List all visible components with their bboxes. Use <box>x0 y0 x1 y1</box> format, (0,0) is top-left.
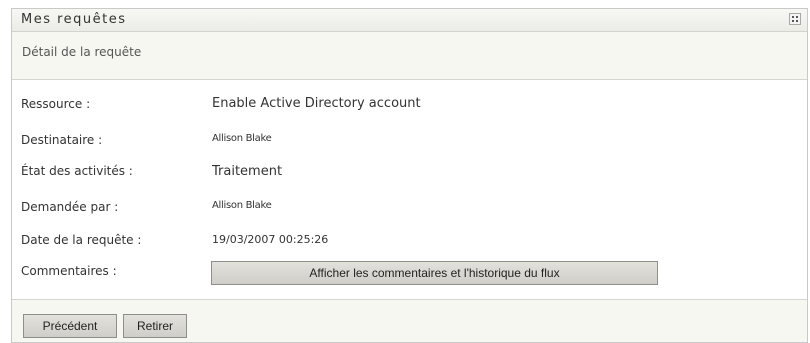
recipient-label: Destinataire : <box>21 133 103 147</box>
requested-by-label: Demandée par : <box>21 200 119 214</box>
resource-label: Ressource : <box>21 97 91 111</box>
grid-menu-icon[interactable] <box>789 13 801 25</box>
request-date-label: Date de la requête : <box>21 233 142 247</box>
previous-button[interactable]: Précédent <box>23 314 117 338</box>
panel-footer: Précédent Retirer <box>12 299 807 342</box>
recipient-value: Allison Blake <box>212 133 272 144</box>
activity-state-label: État des activités : <box>21 164 133 178</box>
panel-titlebar: Mes requêtes <box>12 9 807 32</box>
show-comments-history-button[interactable]: Afficher les commentaires et l'historiqu… <box>211 261 658 285</box>
my-requests-panel: Mes requêtes Détail de la requête Ressou… <box>11 8 808 343</box>
requested-by-value: Allison Blake <box>212 200 272 211</box>
resource-value: Enable Active Directory account <box>212 96 421 111</box>
request-detail-header: Détail de la requête <box>12 32 807 80</box>
activity-state-value: Traitement <box>212 164 283 179</box>
comments-label: Commentaires : <box>21 264 117 278</box>
request-detail-title: Détail de la requête <box>22 45 142 59</box>
withdraw-button[interactable]: Retirer <box>123 314 187 338</box>
request-date-value: 19/03/2007 00:25:26 <box>212 233 329 246</box>
panel-title: Mes requêtes <box>21 12 127 27</box>
